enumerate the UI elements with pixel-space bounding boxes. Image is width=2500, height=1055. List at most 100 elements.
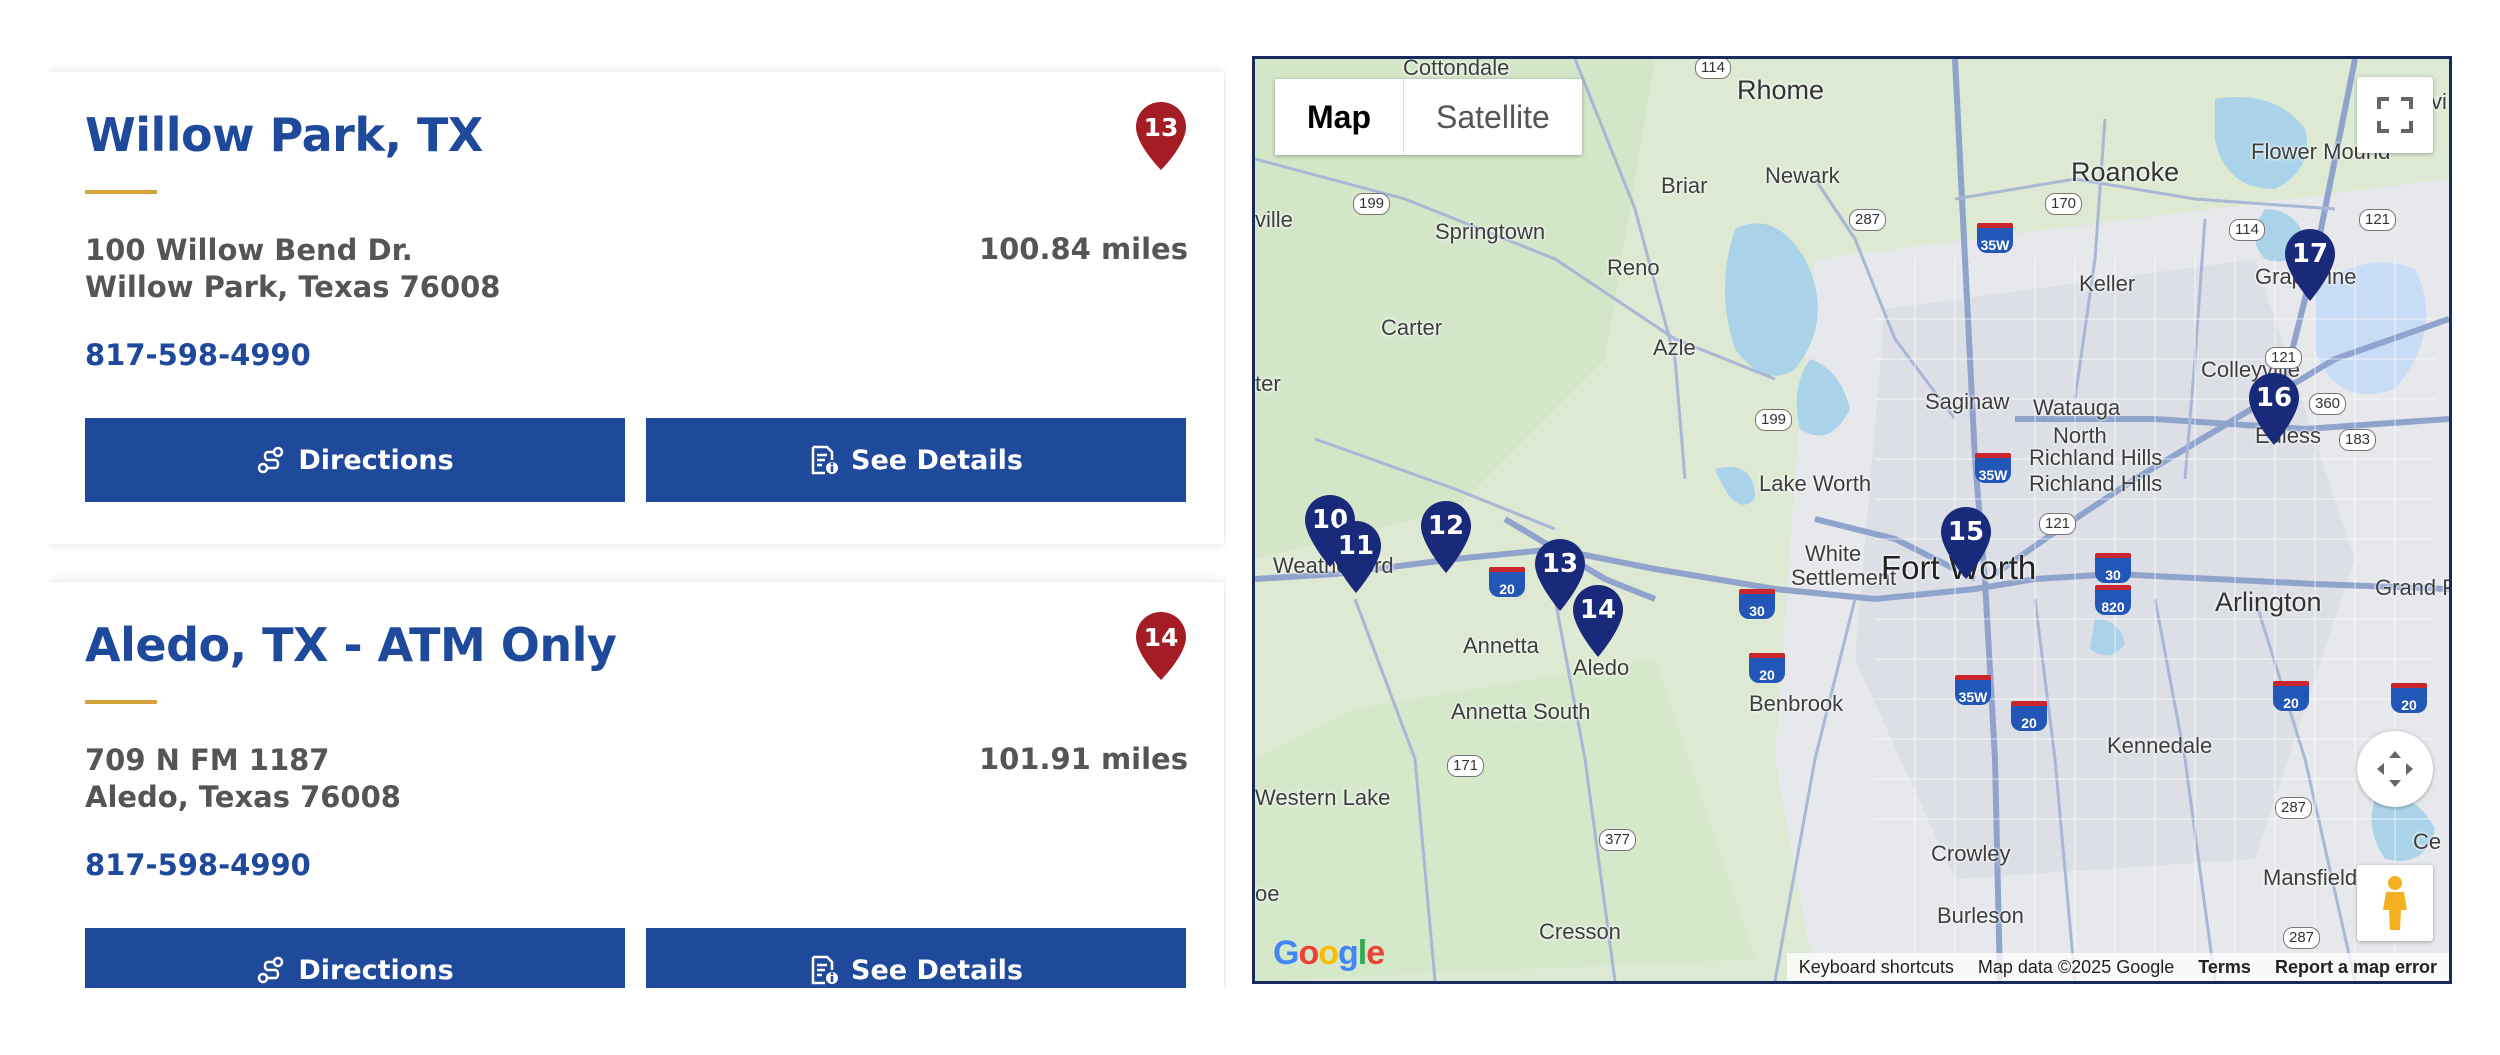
place-label: Richland Hills [2029, 471, 2163, 496]
interstate-shield: 30 [1739, 589, 1775, 619]
document-info-icon [811, 955, 839, 985]
interstate-shield: 35W [1977, 223, 2013, 253]
place-label: Carter [1381, 315, 1443, 340]
interstate-shield: 20 [1489, 567, 1525, 597]
highway-shield: 360 [2309, 393, 2347, 415]
map-attribution-bar: Keyboard shortcuts Map data ©2025 Google… [1786, 953, 2449, 981]
keyboard-shortcuts-link[interactable]: Keyboard shortcuts [1799, 957, 1954, 978]
place-label: Cottondale [1403, 56, 1510, 80]
map-marker[interactable]: 17 [2285, 229, 2335, 301]
interstate-shield: 20 [2391, 683, 2427, 713]
see-details-button[interactable]: See Details [646, 928, 1186, 988]
map-type-satellite-button[interactable]: Satellite [1404, 79, 1582, 155]
place-label: Benbrook [1749, 691, 1844, 716]
route-icon [258, 446, 284, 474]
place-label: Annetta [1463, 633, 1539, 658]
map-data-attribution: Map data ©2025 Google [1977, 956, 2175, 977]
place-label: Briar [1661, 173, 1708, 198]
street-view-pegman-button[interactable] [2357, 865, 2433, 941]
see-details-label: See Details [851, 954, 1023, 986]
address-line-1: 100 Willow Bend Dr. [85, 233, 413, 267]
interstate-shield: 35W [1975, 453, 2011, 483]
location-distance: 101.91 miles [978, 742, 1188, 776]
place-label: Kennedale [2107, 733, 2213, 758]
highway-shield: 114 [2229, 219, 2265, 241]
map-marker[interactable]: 15 [1941, 507, 1991, 579]
directions-label: Directions [298, 444, 454, 476]
highway-shield: 121 [2039, 513, 2077, 535]
directions-button[interactable]: Directions [85, 418, 625, 502]
highway-shield: 121 [2265, 347, 2303, 369]
directions-button[interactable]: Directions [85, 928, 625, 988]
place-label: Roanoke [2071, 157, 2180, 187]
marker-number: 11 [1337, 531, 1375, 561]
map-marker[interactable]: 12 [1421, 501, 1471, 573]
place-label: Reno [1607, 255, 1660, 280]
location-address: 100 Willow Bend Dr. Willow Park, Texas 7… [85, 232, 501, 306]
place-label: Aledo [1573, 655, 1630, 680]
marker-number: 16 [2255, 383, 2293, 413]
google-logo: Google [1273, 934, 1385, 972]
place-label: Rhome [1737, 75, 1825, 105]
title-underline [85, 190, 157, 194]
phone-link[interactable]: 817-598-4990 [85, 338, 311, 372]
location-title[interactable]: Willow Park, TX [85, 108, 483, 162]
highway-shield: 170 [2045, 193, 2083, 215]
location-card: Willow Park, TX 13 100 Willow Bend Dr. W… [48, 72, 1224, 544]
location-card: Aledo, TX - ATM Only 14 709 N FM 1187 Al… [48, 582, 1224, 988]
marker-number: 13 [1143, 113, 1179, 142]
place-label: ville [1255, 207, 1293, 232]
interstate-shield: 30 [2095, 553, 2131, 583]
place-label: Grand Pra [2375, 575, 2449, 600]
highway-shield: 287 [1849, 209, 1887, 231]
phone-link[interactable]: 817-598-4990 [85, 848, 311, 882]
place-label: Keller [2079, 271, 2136, 296]
terms-link[interactable]: Terms [2198, 957, 2251, 978]
place-label: Cresson [1539, 919, 1621, 944]
fullscreen-button[interactable] [2357, 77, 2433, 153]
map-marker[interactable]: 16 [2249, 373, 2299, 445]
place-label: Arlington [2215, 587, 2322, 617]
place-label: Newark [1765, 163, 1840, 188]
map-marker[interactable]: 14 [1573, 585, 1623, 657]
pegman-icon [2383, 876, 2407, 930]
route-icon [258, 956, 284, 984]
camera-control-icon [2377, 751, 2413, 787]
interstate-shield: 35W [1955, 675, 1991, 705]
map-marker[interactable]: 11 [1331, 521, 1381, 593]
map-panel[interactable]: Cottondale Rhome Newark Briar Roanoke Fl… [1252, 56, 2452, 984]
highway-shield: 183 [2339, 429, 2377, 451]
interstate-shield: 20 [2273, 681, 2309, 711]
place-label: oe [1255, 881, 1280, 906]
marker-number: 17 [2291, 239, 2329, 269]
see-details-label: See Details [851, 444, 1023, 476]
place-label: Azle [1653, 335, 1696, 360]
interstate-shield: 820 [2095, 585, 2131, 615]
directions-label: Directions [298, 954, 454, 986]
see-details-button[interactable]: See Details [646, 418, 1186, 502]
address-line-2: Aledo, Texas 76008 [85, 780, 401, 814]
place-label: Burleson [1937, 903, 2024, 928]
address-line-2: Willow Park, Texas 76008 [85, 270, 501, 304]
location-distance: 100.84 miles [978, 232, 1188, 266]
highway-shield: 199 [1353, 193, 1391, 215]
place-label: ter [1255, 371, 1281, 396]
map-type-map-button[interactable]: Map [1275, 79, 1404, 155]
place-label: Annetta South [1451, 699, 1591, 724]
marker-number: 14 [1579, 595, 1617, 625]
location-marker-badge: 13 [1136, 102, 1186, 170]
camera-control-button[interactable] [2357, 731, 2433, 807]
highway-shield: 171 [1447, 755, 1485, 777]
map-type-control: Map Satellite [1275, 79, 1582, 155]
interstate-shield: 20 [2011, 701, 2047, 731]
location-address: 709 N FM 1187 Aledo, Texas 76008 [85, 742, 401, 816]
report-map-error-link[interactable]: Report a map error [2275, 957, 2437, 978]
document-info-icon [811, 445, 839, 475]
highway-shield: 114 [1695, 59, 1731, 79]
fullscreen-icon [2377, 97, 2413, 133]
highway-shield: 287 [2283, 927, 2321, 949]
highway-shield: 199 [1755, 409, 1793, 431]
location-list: Willow Park, TX 13 100 Willow Bend Dr. W… [48, 0, 1226, 988]
location-title[interactable]: Aledo, TX - ATM Only [85, 618, 617, 672]
place-label: Saginaw [1925, 389, 2010, 414]
